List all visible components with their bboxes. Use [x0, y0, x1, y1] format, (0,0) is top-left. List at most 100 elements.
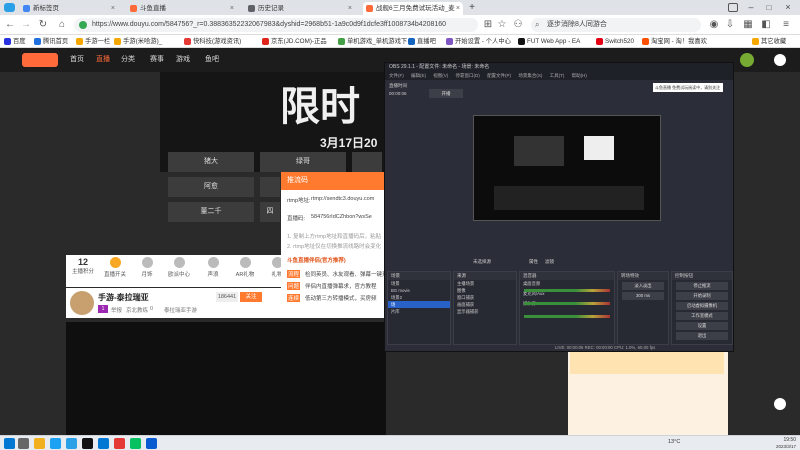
gift-item[interactable]: 声浪: [200, 257, 226, 278]
menu-file[interactable]: 文件(F): [389, 73, 404, 78]
game-icon[interactable]: ◧: [760, 19, 772, 31]
download-icon[interactable]: ⇩: [724, 19, 736, 31]
obs-preview[interactable]: [473, 115, 661, 221]
menu-icon[interactable]: ≡: [780, 19, 792, 31]
bookmark-item[interactable]: 其它收藏: [752, 35, 786, 48]
reload-icon[interactable]: ↻: [37, 19, 49, 31]
scene-item[interactable]: 片库: [388, 308, 450, 315]
nav-events[interactable]: 赛事: [150, 48, 164, 72]
menu-view[interactable]: 视图(V): [433, 73, 448, 78]
record-button[interactable]: 开始录制: [676, 292, 728, 300]
nav-live[interactable]: 直播: [96, 48, 110, 72]
search-icon[interactable]: [18, 438, 29, 449]
maximize-icon[interactable]: □: [762, 0, 776, 15]
close-icon[interactable]: ×: [456, 2, 460, 15]
bookmark-item[interactable]: 单机游戏_单机游戏下: [338, 35, 407, 48]
tab-history[interactable]: 历史记录 ×: [245, 2, 355, 15]
nav-home[interactable]: 首页: [70, 48, 84, 72]
settings-button[interactable]: 设置: [676, 322, 728, 330]
tag-item[interactable]: 猪大: [168, 152, 254, 172]
menu-help[interactable]: 帮助(H): [572, 73, 587, 78]
rtmp-value[interactable]: rtmp://sendtc3.douyu.com: [311, 196, 374, 202]
wechat-icon[interactable]: [130, 438, 141, 449]
follow-button[interactable]: 关注: [240, 292, 262, 302]
browser-icon[interactable]: [50, 438, 61, 449]
scene-item[interactable]: BG movie: [388, 287, 450, 294]
back-icon[interactable]: ←: [4, 19, 16, 31]
bookmark-item[interactable]: FUT Web App - EA: [518, 35, 580, 48]
bookmark-item[interactable]: 直播吧: [408, 35, 436, 48]
source-item[interactable]: 显示器捕获: [454, 308, 516, 315]
live-button[interactable]: 开播: [429, 89, 463, 98]
code-value[interactable]: 584756rIdCZhbon?wsSe: [311, 214, 372, 220]
obs-icon[interactable]: [82, 438, 93, 449]
gift-item[interactable]: AR礼物: [232, 257, 258, 278]
bookmark-item[interactable]: Switch520: [596, 35, 634, 48]
forward-icon[interactable]: →: [20, 19, 32, 31]
store-icon[interactable]: [98, 438, 109, 449]
sidebar-icon[interactable]: [774, 54, 786, 66]
extensions-icon[interactable]: ⚇: [512, 19, 524, 31]
bookmark-item[interactable]: 淘宝网 - 淘！我喜欢: [642, 35, 707, 48]
bookmark-item[interactable]: 京东(JD.COM)-正品: [262, 35, 327, 48]
nav-games[interactable]: 游戏: [176, 48, 190, 72]
account-icon[interactable]: ◉: [708, 19, 720, 31]
properties-button[interactable]: 属性: [529, 259, 538, 265]
tag-item[interactable]: [260, 177, 280, 197]
close-icon[interactable]: ×: [111, 2, 115, 15]
scene-item[interactable]: 场景2: [388, 294, 450, 301]
source-item[interactable]: 窗口捕获: [454, 294, 516, 301]
apps-icon[interactable]: ▦: [742, 19, 754, 31]
home-icon[interactable]: ⌂: [56, 19, 68, 31]
bookmark-item[interactable]: 百度: [4, 35, 26, 48]
menu-docks[interactable]: 停靠窗口(D): [456, 73, 480, 78]
new-tab-button[interactable]: +: [466, 2, 478, 14]
tab-active[interactable]: 战舰6三月免费试玩活动_麦 ×: [363, 2, 463, 15]
bookmark-star-icon[interactable]: ☆: [496, 19, 508, 31]
tag-item[interactable]: 四: [260, 202, 280, 222]
stop-stream-button[interactable]: 停止推流: [676, 282, 728, 290]
clock-time[interactable]: 19:50: [770, 437, 796, 443]
transition-duration[interactable]: 300 ms: [622, 292, 664, 300]
gift-item[interactable]: 月饰: [134, 257, 160, 278]
douyu-logo-icon[interactable]: [22, 53, 58, 67]
bookmark-item[interactable]: 快科技(游戏资讯): [184, 35, 241, 48]
browser-icon[interactable]: [66, 438, 77, 449]
bookmark-item[interactable]: 开始设置 - 个人中心: [446, 35, 511, 48]
gift-item[interactable]: 欧派中心: [166, 257, 192, 278]
tag-item[interactable]: 阿愈: [168, 177, 254, 197]
bookmark-item[interactable]: 腾讯首页: [34, 35, 68, 48]
source-item[interactable]: 画面捕获: [454, 301, 516, 308]
virtual-camera-button[interactable]: 启动虚拟摄像机: [676, 302, 728, 310]
minimize-icon[interactable]: –: [744, 0, 758, 15]
close-window-icon[interactable]: ×: [781, 0, 795, 15]
source-item[interactable]: 主播场景: [454, 280, 516, 287]
scene-item-selected[interactable]: 场: [388, 301, 450, 308]
streamer-category[interactable]: 泰拉瑞亚手游: [164, 306, 197, 314]
exit-button[interactable]: 退出: [676, 332, 728, 340]
bookmark-item[interactable]: 手游一栏: [76, 35, 110, 48]
close-icon[interactable]: ×: [348, 2, 352, 15]
window-list-icon[interactable]: [728, 3, 738, 12]
close-icon[interactable]: ×: [230, 2, 234, 15]
scene-item[interactable]: 场景: [388, 280, 450, 287]
video-player[interactable]: [66, 322, 386, 435]
nav-fishbar[interactable]: 鱼吧: [205, 48, 219, 72]
streamer-avatar[interactable]: [70, 291, 94, 315]
app-icon[interactable]: [146, 438, 157, 449]
report-link[interactable]: 举报: [111, 306, 122, 314]
bookmark-item[interactable]: 手游(米哈游)_: [114, 35, 162, 48]
menu-tools[interactable]: 工具(T): [550, 73, 565, 78]
companion-banner[interactable]: 斗鱼直播伴侣(官方推荐): [287, 256, 346, 264]
clock-date[interactable]: 2023/3/17: [766, 444, 796, 449]
nav-category[interactable]: 分类: [121, 48, 135, 72]
search-input[interactable]: ⌕ 逐步消除8人同游合: [531, 18, 701, 32]
file-explorer-icon[interactable]: [34, 438, 45, 449]
app-icon[interactable]: [114, 438, 125, 449]
tag-item[interactable]: 董二千: [168, 202, 254, 222]
transition-select[interactable]: 淡入淡出: [622, 282, 664, 290]
filters-button[interactable]: 滤镜: [545, 259, 554, 265]
tab-new-tab[interactable]: 新标签页 ×: [20, 2, 118, 15]
menu-edit[interactable]: 编辑(E): [411, 73, 426, 78]
menu-scene-collection[interactable]: 场景集合(S): [518, 73, 542, 78]
